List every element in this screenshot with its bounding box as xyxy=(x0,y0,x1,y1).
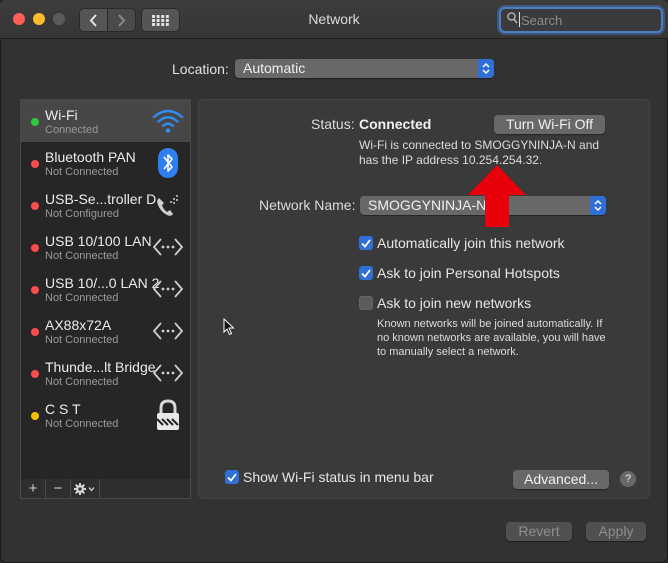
search-icon xyxy=(507,12,518,24)
service-name: USB 10/...0 LAN 2 xyxy=(45,275,160,291)
show-wifi-status-label: Show Wi-Fi status in menu bar xyxy=(243,469,434,485)
title-bar: Network xyxy=(0,0,668,39)
remove-service-button[interactable]: − xyxy=(46,479,71,498)
service-item-usb-lan-2[interactable]: USB 10/...0 LAN 2 Not Connected xyxy=(21,268,190,310)
service-status: Not Connected xyxy=(45,166,119,178)
service-list[interactable]: Wi-Fi Connected Bluetooth PAN Not Connec… xyxy=(20,99,191,481)
service-name: C S T xyxy=(45,401,81,417)
text-caret xyxy=(519,12,520,27)
advanced-button[interactable]: Advanced... xyxy=(513,470,609,489)
checkmark-icon xyxy=(359,266,373,280)
service-name: Wi-Fi xyxy=(45,107,78,123)
search-input[interactable] xyxy=(519,10,658,30)
annotation-arrow-icon xyxy=(468,165,526,227)
popup-arrows-icon xyxy=(590,196,606,215)
service-status: Not Connected xyxy=(45,292,119,304)
ask-hotspots-label: Ask to join Personal Hotspots xyxy=(377,265,560,281)
status-value: Connected xyxy=(359,116,432,132)
status-dot xyxy=(31,202,39,210)
phone-icon xyxy=(152,190,184,220)
gear-icon xyxy=(74,482,95,495)
ask-new-networks-label: Ask to join new networks xyxy=(377,295,532,311)
service-status: Connected xyxy=(45,124,99,136)
checkmark-icon xyxy=(359,236,373,250)
service-item-wifi[interactable]: Wi-Fi Connected xyxy=(21,100,190,142)
network-preferences-window: Network Location: Automatic Wi-Fi Connec… xyxy=(0,0,668,563)
bluetooth-icon xyxy=(152,148,184,178)
service-status: Not Connected xyxy=(45,334,119,346)
lock-icon xyxy=(152,399,184,430)
turn-wifi-off-button[interactable]: Turn Wi-Fi Off xyxy=(494,115,605,134)
action-menu-button[interactable] xyxy=(71,479,100,498)
ethernet-icon xyxy=(152,358,184,388)
service-name: AX88x72A xyxy=(45,317,112,333)
status-dot xyxy=(31,328,39,336)
ethernet-icon xyxy=(152,316,184,346)
popup-arrows-icon xyxy=(478,59,494,78)
service-status: Not Connected xyxy=(45,250,119,262)
service-status: Not Connected xyxy=(45,376,119,388)
service-item-usb-serial[interactable]: USB-Se...troller D Not Configured xyxy=(21,184,190,226)
unchecked-box xyxy=(359,296,373,310)
join-note: Known networks will be joined automatica… xyxy=(377,318,606,358)
status-dot xyxy=(31,160,39,168)
location-popup[interactable]: Automatic xyxy=(235,59,494,78)
status-label: Status: xyxy=(311,116,355,132)
auto-join-label: Automatically join this network xyxy=(377,235,565,251)
service-name: Bluetooth PAN xyxy=(45,149,136,165)
service-item-ax88x72a[interactable]: AX88x72A Not Connected xyxy=(21,310,190,352)
wifi-icon xyxy=(152,106,184,136)
service-name: USB-Se...troller D xyxy=(45,191,157,207)
service-list-toolbar: + − xyxy=(20,479,191,499)
service-name: USB 10/100 LAN xyxy=(45,233,152,249)
service-status: Not Configured xyxy=(45,208,119,220)
mouse-pointer-icon xyxy=(223,318,235,336)
status-dot xyxy=(31,370,39,378)
apply-button[interactable]: Apply xyxy=(586,522,646,541)
status-description: Wi-Fi is connected to SMOGGYNINJA-N and … xyxy=(359,138,600,167)
network-name-label: Network Name: xyxy=(259,197,356,213)
service-item-bluetooth-pan[interactable]: Bluetooth PAN Not Connected xyxy=(21,142,190,184)
status-dot xyxy=(31,244,39,252)
service-item-thunderbolt-bridge[interactable]: Thunde...lt Bridge Not Connected xyxy=(21,352,190,394)
checkmark-icon xyxy=(225,470,239,484)
service-item-usb-lan[interactable]: USB 10/100 LAN Not Connected xyxy=(21,226,190,268)
search-field[interactable] xyxy=(499,7,663,33)
minus-icon: − xyxy=(53,480,63,497)
status-dot xyxy=(31,118,39,126)
service-status: Not Connected xyxy=(45,418,119,430)
revert-button[interactable]: Revert xyxy=(506,522,572,541)
status-dot xyxy=(31,286,39,294)
location-value: Automatic xyxy=(243,60,306,76)
service-name: Thunde...lt Bridge xyxy=(45,359,156,375)
plus-icon: + xyxy=(28,480,38,497)
add-service-button[interactable]: + xyxy=(21,479,46,498)
service-item-vpn[interactable]: C S T Not Connected xyxy=(21,394,190,436)
ethernet-icon xyxy=(152,232,184,262)
help-button[interactable]: ? xyxy=(620,471,636,487)
location-label: Location: xyxy=(172,61,229,77)
ethernet-icon xyxy=(152,274,184,304)
status-dot xyxy=(31,412,39,420)
